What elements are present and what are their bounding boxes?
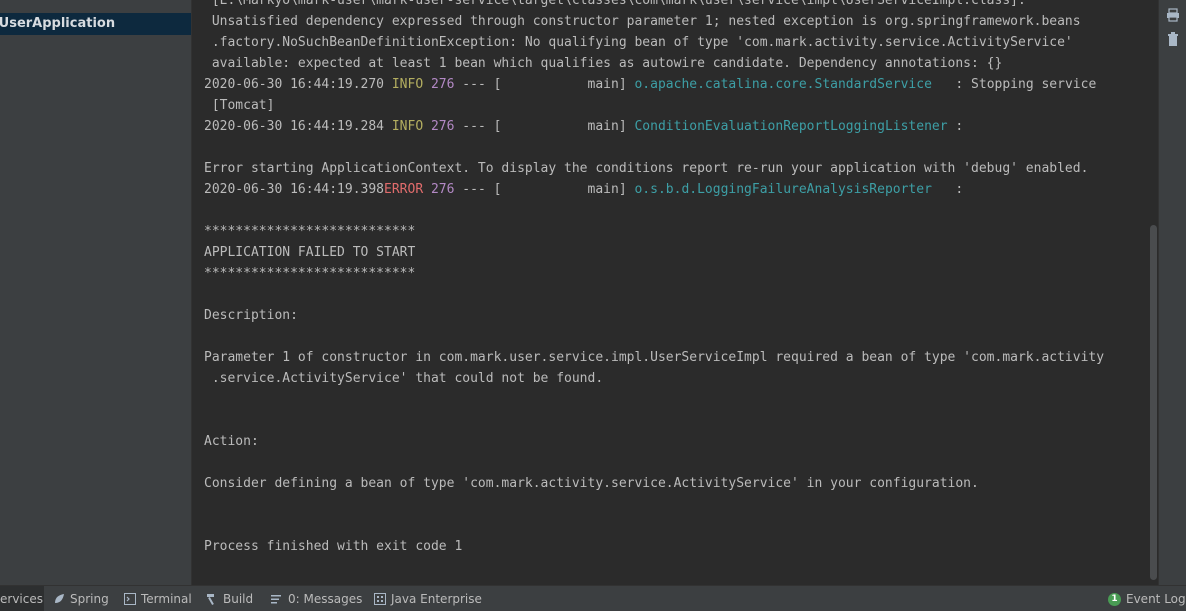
java-enterprise-icon [374,593,386,605]
log-message: : [947,119,964,134]
log-pid: 276 [430,182,455,197]
tab-label: Java Enterprise [391,592,482,606]
console-line: available: expected at least 1 bean whic… [204,56,1003,71]
console-line: Error starting ApplicationContext. To di… [204,161,1089,176]
tab-build[interactable]: Build [206,586,253,611]
event-log-button[interactable]: 1 Event Log [1108,586,1186,611]
terminal-icon [124,593,136,605]
log-logger: o.apache.catalina.core.StandardService [634,77,948,92]
event-count-badge: 1 [1108,592,1121,606]
tab-java-enterprise[interactable]: Java Enterprise [374,586,482,611]
tab-services[interactable]: ervices [0,586,44,611]
tree-item-label: kUserApplication [0,16,116,31]
log-pid: 276 [430,77,455,92]
console-line: [E:\Markyo\mark-user\mark-user-service\t… [204,0,1026,8]
tab-spring[interactable]: Spring [53,586,109,611]
console-line: 2020-06-30 16:44:19.270 INFO 276 --- [ m… [204,74,1104,95]
console-toolbar [1158,0,1186,585]
tab-label: Terminal [141,592,192,606]
log-level: ERROR [384,182,431,197]
tab-messages[interactable]: 0: Messages [271,586,362,611]
log-timestamp: 2020-06-30 16:44:19.270 [204,77,385,92]
log-thread: --- [ main] [454,182,635,197]
console-line: .factory.NoSuchBeanDefinitionException: … [204,35,1073,50]
log-level: INFO [384,119,431,134]
console-line: 2020-06-30 16:44:19.398ERROR 276 --- [ m… [204,179,1104,200]
console-line: Process finished with exit code 1 [204,539,463,554]
console-line: Parameter 1 of constructor in com.mark.u… [204,350,1105,365]
log-thread: --- [ main] [454,77,635,92]
console-line: Action: [204,434,259,449]
services-tree-panel: kUserApplication [0,0,192,585]
tab-terminal[interactable]: Terminal [124,586,192,611]
tool-window-bar: ervices Spring Terminal Build 0: Message… [0,585,1186,611]
console-line: *************************** [204,266,416,281]
console-line: APPLICATION FAILED TO START [204,245,416,260]
tab-label: Build [223,592,254,606]
console-line: Description: [204,308,298,323]
console-line: 2020-06-30 16:44:19.284 INFO 276 --- [ m… [204,116,1104,137]
console-output[interactable]: [E:\Markyo\mark-user\mark-user-service\t… [192,0,1158,585]
tab-label: Spring [70,592,109,606]
tab-label: ervices [0,592,43,606]
log-pid: 276 [430,119,455,134]
console-line: .service.ActivityService' that could not… [204,371,604,386]
log-timestamp: 2020-06-30 16:44:19.398 [204,182,385,197]
log-timestamp: 2020-06-30 16:44:19.284 [204,119,385,134]
console-text: [E:\Markyo\mark-user\mark-user-service\t… [204,0,1104,557]
print-icon[interactable] [1166,7,1180,22]
console-scrollbar-thumb[interactable] [1150,225,1157,580]
hammer-icon [207,594,214,605]
messages-icon [271,595,281,604]
log-thread: --- [ main] [454,119,635,134]
log-level: INFO [384,77,431,92]
console-line: Consider defining a bean of type 'com.ma… [204,476,979,491]
event-log-label: Event Log [1126,592,1186,606]
tab-label: 0: Messages [288,592,363,606]
log-logger: o.s.b.d.LoggingFailureAnalysisReporter [634,182,948,197]
log-message: : Stopping service [947,77,1097,92]
trash-icon[interactable] [1166,31,1180,46]
spring-leaf-icon [55,594,64,603]
console-line: [Tomcat] [204,98,275,113]
log-logger: ConditionEvaluationReportLoggingListener [634,119,948,134]
log-message: : [947,182,964,197]
console-line: *************************** [204,224,416,239]
tree-item-user-application[interactable]: kUserApplication [0,13,191,35]
console-line: Unsatisfied dependency expressed through… [204,14,1081,29]
ide-window: kUserApplication [E:\Markyo\mark-user\ma… [0,0,1186,611]
